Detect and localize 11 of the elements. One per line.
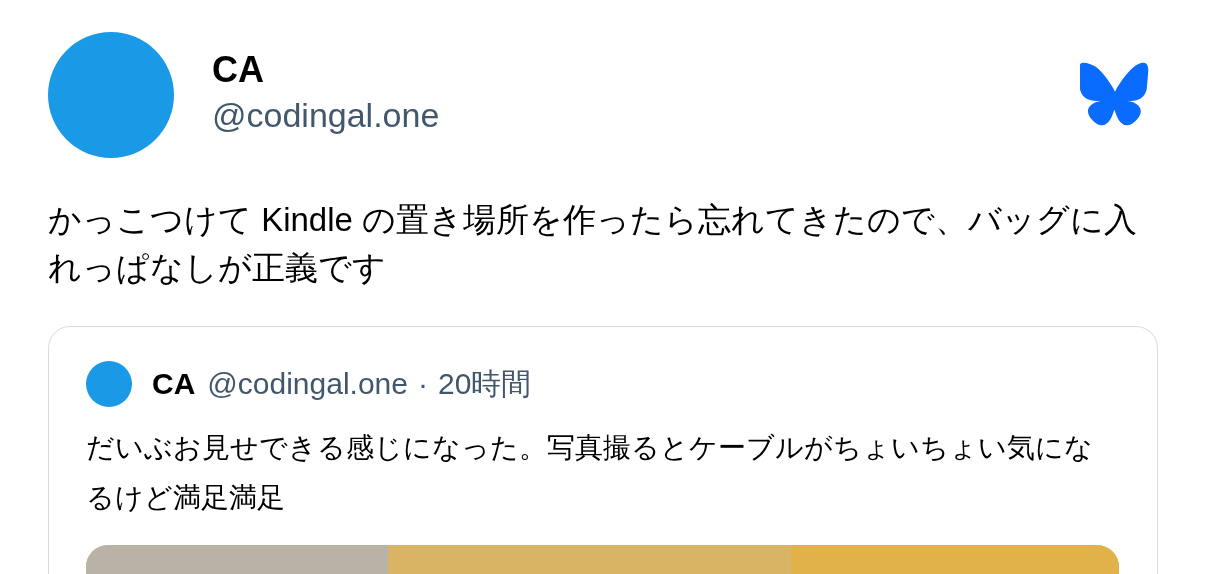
author-name[interactable]: CA <box>152 367 196 401</box>
quote-card[interactable]: CA @codingal.one · 20時間 だいぶお見せできる感じになった。写真撮るとケーブルがちょいちょい気になるけど満足満足 <box>48 326 1158 574</box>
avatar <box>86 361 132 407</box>
post-time: 20時間 <box>437 365 532 402</box>
quote-text: だいぶお見せできる感じになった。写真撮るとケーブルがちょいちょい気になるけど満足満足 <box>86 431 1094 515</box>
post-text: かっこつけて Kindle の置き場所を作ったら忘れてきたので、バッグに入れっぱなしが正義です <box>48 200 1139 288</box>
author-handle[interactable]: @codingal.one <box>207 367 408 401</box>
author-handle[interactable]: @codingal.one <box>212 92 1080 138</box>
separator-dot: · <box>417 367 428 401</box>
author-name[interactable]: CA <box>212 48 1080 92</box>
butterfly-icon[interactable] <box>1080 62 1150 126</box>
